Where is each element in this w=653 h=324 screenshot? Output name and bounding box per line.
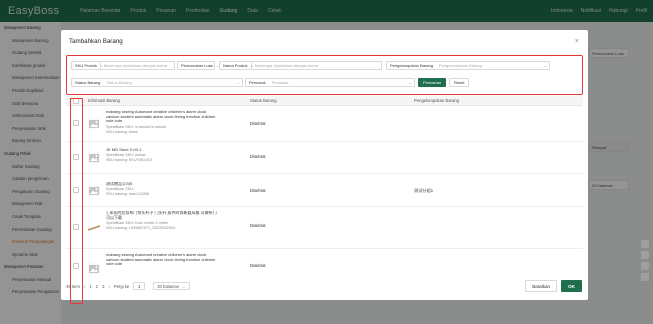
page-size-select[interactable]: 20 halaman ⌄: [153, 282, 190, 290]
chevron-down-icon: ⌄: [236, 80, 240, 85]
select-placeholder: Pemasok: [271, 80, 289, 85]
table-row[interactable]: mabang sewing Autumant creative children…: [66, 106, 583, 142]
total-count: 49 Item: [66, 283, 80, 289]
product-name: 1 米长的拉扣布门帘头杆子 门头杆,条件时尚新颖风格,可做布门可以下载: [106, 211, 217, 220]
help-icon[interactable]: [641, 240, 649, 248]
select-placeholder: Pengelompokan Barang: [438, 63, 482, 68]
curtain-rod-product-image: [88, 222, 100, 233]
modal-footer-actions: Batalkan OK: [525, 280, 582, 292]
page-number[interactable]: 1: [89, 284, 91, 289]
select-label: Pengelompokan Barang: [390, 63, 433, 68]
chat-icon[interactable]: [641, 251, 649, 259]
page-size-label: 20 halaman: [157, 283, 180, 289]
table-row[interactable]: 1 米长的拉扣布门帘头杆子 门头杆,条件时尚新颖风格,可做布门可以下载 Spes…: [66, 207, 583, 249]
back-to-top-icon[interactable]: [641, 273, 649, 281]
table-header: Informasi Barang Status Barang Pengelomp…: [66, 96, 583, 106]
table-row[interactable]: mabang sewing Autumant creative children…: [66, 249, 583, 278]
chevron-down-icon: ⌄: [408, 80, 412, 85]
filter-row-2: Status Barang Status Barang ⌄ Pemasok Pe…: [71, 78, 470, 87]
sku-input[interactable]: Beberapa dipisahkan dengan koma: [101, 61, 175, 70]
supplier-select[interactable]: Pemasok Pemasok ⌄: [245, 78, 415, 87]
product-name-input[interactable]: Beberapa dipisahkan dengan koma: [252, 61, 382, 70]
modal-title: Tambahkan Barang: [69, 38, 123, 45]
select-label: Pemasok: [249, 80, 266, 85]
product-spec: Spesifikasi SKU: yellow: [106, 153, 146, 157]
product-sku: SKU barang: SKUYMD-001: [106, 158, 153, 162]
column-header-status: Status Barang: [250, 98, 277, 103]
item-status: Disebrat: [250, 154, 266, 159]
cancel-button[interactable]: Batalkan: [525, 280, 558, 292]
item-status: Disebrat: [250, 263, 266, 268]
chevron-down-icon: ⌄: [182, 283, 186, 289]
product-name: mabang sewing Autumant creative children…: [106, 110, 216, 124]
item-status: Disebrat: [250, 188, 266, 193]
select-label: Status Barang: [75, 80, 101, 85]
prev-page-icon[interactable]: ‹: [84, 284, 85, 289]
goto-page-input[interactable]: 1: [133, 282, 146, 290]
product-table-body: mabang sewing Autumant creative children…: [66, 106, 583, 278]
select-placeholder: Status Barang: [106, 80, 132, 85]
product-image-placeholder-icon: [88, 263, 100, 274]
column-header-group: Pengelompokan Barang: [414, 98, 459, 103]
close-icon[interactable]: ×: [575, 38, 579, 45]
item-status-select[interactable]: Status Barang Status Barang ⌄: [71, 78, 243, 87]
product-image-placeholder-icon: [88, 185, 100, 196]
reset-button[interactable]: Reset: [449, 78, 470, 87]
floating-side-icons: [641, 240, 649, 281]
item-group-select[interactable]: Pengelompokan Barang Pengelompokan Baran…: [386, 61, 550, 70]
product-name-field-select[interactable]: Nama Produk ⌄: [219, 61, 254, 70]
sku-field-select[interactable]: SKU Produk ⌄: [71, 61, 103, 70]
search-button[interactable]: Pencarian: [418, 78, 447, 87]
product-sku: SKU barang: baru123456: [106, 192, 150, 196]
filter-row-1: SKU Produk ⌄ Beberapa dipisahkan dengan …: [71, 61, 550, 70]
select-label: SKU Produk: [75, 63, 98, 68]
checkbox-column-highlight: [70, 98, 83, 304]
table-row[interactable]: 测试物品公司5 Spesifikasi SKU: SKU barang: bar…: [66, 174, 583, 207]
product-image-placeholder-icon: [88, 152, 100, 163]
column-header-info: Informasi Barang: [88, 98, 120, 103]
item-group: 测试分组1: [414, 188, 434, 193]
product-sku: SKU barang: 1039867572_23209032004: [106, 226, 176, 230]
chevron-down-icon: ⌄: [543, 63, 547, 68]
product-spec: Spesifikasi SKU: Kain Lembt 1 meter: [106, 221, 169, 225]
select-label: Pencocokan Luas: [181, 63, 213, 68]
feedback-icon[interactable]: [641, 262, 649, 270]
item-status: Disebrat: [250, 121, 266, 126]
product-sku: SKU barang: blank: [106, 130, 138, 134]
product-name: mabang sewing Autumant creative children…: [106, 253, 216, 267]
product-image-placeholder-icon: [88, 118, 100, 129]
add-item-modal: Tambahkan Barang × SKU Produk ⌄ Beberapa…: [61, 30, 588, 304]
page-number[interactable]: 2: [96, 284, 98, 289]
select-label: Nama Produk: [223, 63, 248, 68]
match-mode-select[interactable]: Pencocokan Luas ⌄: [177, 61, 219, 70]
next-page-icon[interactable]: ›: [108, 284, 109, 289]
filter-panel: SKU Produk ⌄ Beberapa dipisahkan dengan …: [66, 55, 583, 95]
table-row[interactable]: JK MD Store 0-00-1 Spesifikasi SKU: yell…: [66, 142, 583, 174]
goto-label: Pergi ke: [113, 283, 130, 289]
item-status: Disebrat: [250, 223, 266, 228]
ok-button[interactable]: OK: [561, 280, 582, 292]
product-spec: Spesifikasi SKU:: [106, 187, 135, 191]
page-number[interactable]: 3: [102, 284, 104, 289]
product-spec: Spesifikasi SKU: in stock# in stock#: [106, 125, 167, 129]
pagination: 49 Item ‹ 1 2 3 › Pergi ke 1 20 halaman …: [66, 282, 190, 290]
